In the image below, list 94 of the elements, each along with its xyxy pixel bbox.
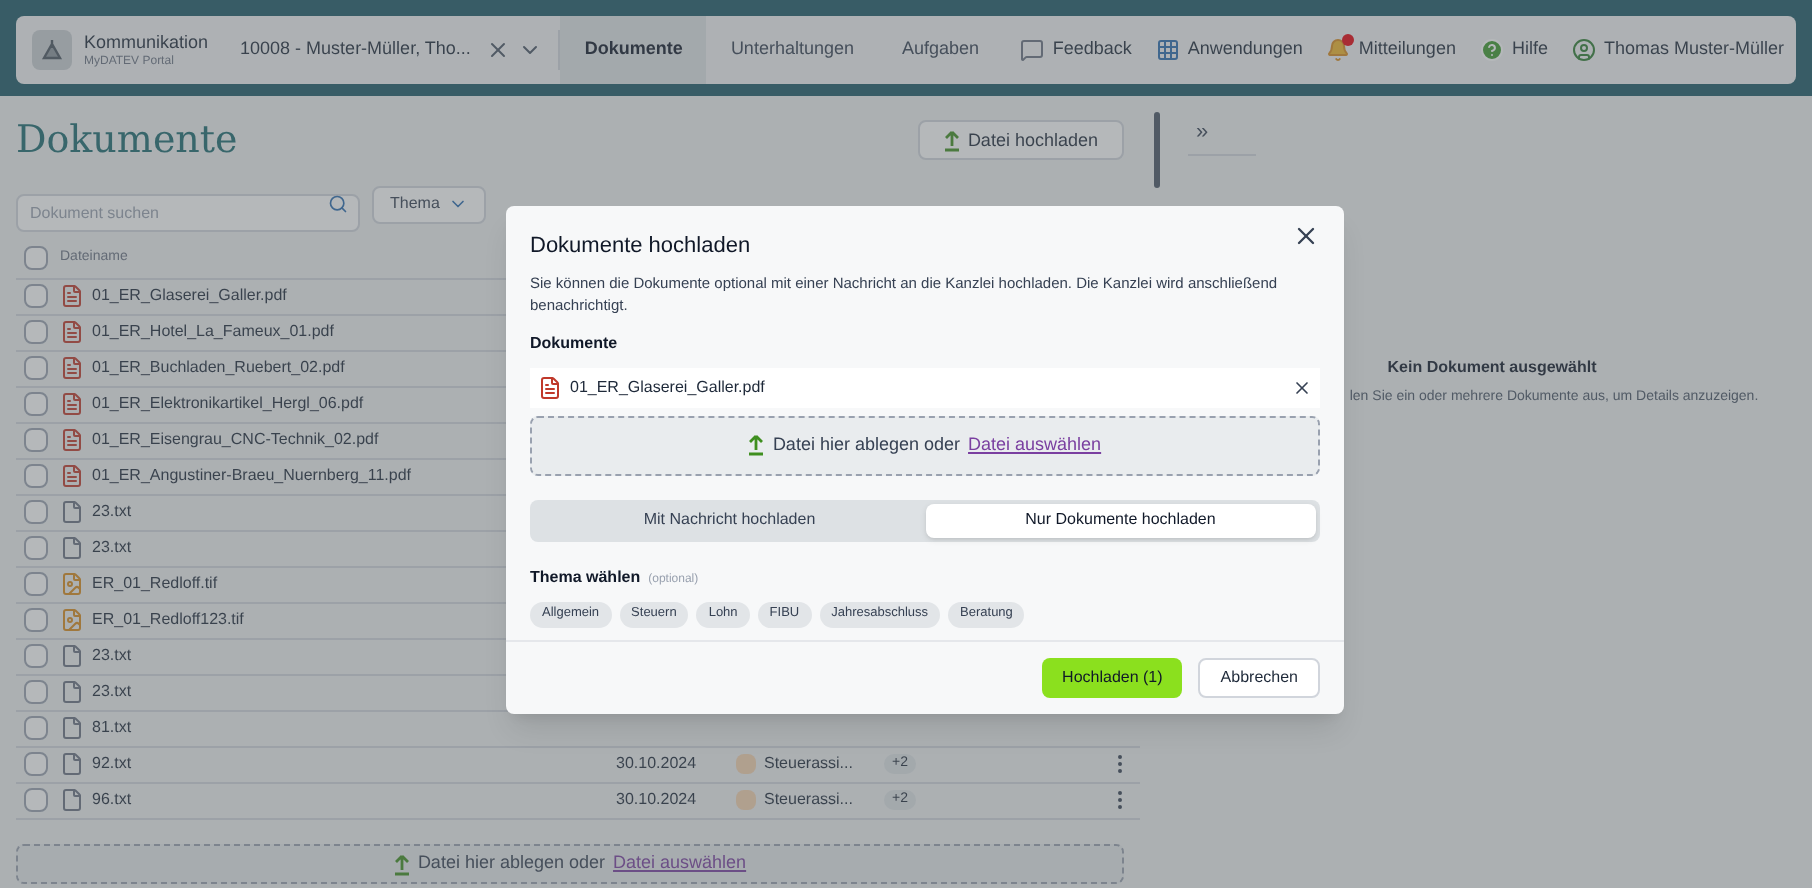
topic-label: Thema wählen [530, 565, 641, 589]
file-icon [60, 788, 84, 812]
page-title: Dokumente [16, 116, 238, 166]
file-icon [60, 500, 84, 524]
file-name: 81.txt [92, 716, 132, 740]
upload-icon [393, 853, 410, 875]
file-icon [60, 644, 84, 668]
file-name: 23.txt [92, 500, 132, 524]
file-name: 23.txt [92, 644, 132, 668]
speech-bubble-icon [1020, 38, 1045, 62]
search-field[interactable]: Dokument suchen [16, 193, 360, 231]
client-name[interactable]: 10008 - Muster-Müller, Tho... [240, 36, 471, 64]
choose-file-link[interactable]: Datei auswählen [968, 431, 1102, 459]
file-name: 23.txt [92, 680, 132, 704]
choose-file-link[interactable]: Datei auswählen [613, 850, 747, 878]
user-icon [1571, 38, 1596, 62]
nav-action-button[interactable]: Mitteilungen [1314, 36, 1468, 64]
search-icon [328, 193, 348, 213]
file-icon [60, 752, 84, 776]
close-icon[interactable] [1292, 222, 1320, 250]
pdf-file-icon [60, 320, 84, 344]
mode-tab[interactable]: Mit Nachricht hochladen [534, 503, 925, 537]
nav-action-button[interactable]: Hilfe [1467, 36, 1560, 64]
section-label: Dokumente [530, 331, 620, 355]
file-name: 23.txt [92, 536, 132, 560]
app-title: Kommunikation [84, 33, 209, 51]
topic-cell: Steuerassi... [764, 788, 853, 812]
file-name: 01_ER_Angustiner-Braeu_Nuernberg_11.pdf [92, 464, 412, 488]
checkbox[interactable] [24, 788, 48, 812]
nav-action-button[interactable]: Anwendungen [1143, 36, 1315, 64]
nav-tab[interactable]: Aufgaben [877, 16, 1004, 84]
checkbox[interactable] [24, 572, 48, 596]
upload-button[interactable]: Hochladen (1) [1042, 657, 1183, 697]
dropzone-text: Datei hier ablegen oder [772, 431, 961, 458]
nav-action-button[interactable]: Feedback [1008, 36, 1144, 64]
checkbox[interactable] [24, 500, 48, 524]
pdf-file-icon [538, 375, 562, 399]
file-name: 01_ER_Elektronikartikel_Hergl_06.pdf [92, 392, 364, 416]
pdf-file-icon [60, 464, 84, 488]
help-icon [1479, 38, 1504, 62]
file-name: 96.txt [92, 788, 132, 812]
checkbox[interactable] [24, 428, 48, 452]
upload-file-button[interactable]: Datei hochladen [917, 120, 1124, 161]
dropzone-text: Datei hier ablegen oder [417, 850, 606, 877]
remove-icon[interactable] [1292, 377, 1312, 397]
pdf-file-icon [60, 284, 84, 308]
cancel-button[interactable]: Abbrechen [1198, 657, 1320, 697]
bell-icon [1326, 38, 1351, 62]
date-cell-text: 30.10.2024 [616, 788, 699, 812]
checkbox[interactable] [24, 644, 48, 668]
pdf-file-icon [60, 356, 84, 380]
pdf-file-icon [60, 428, 84, 452]
file-name: 92.txt [92, 752, 132, 776]
upload-icon [748, 434, 765, 456]
app-logo-icon [32, 30, 72, 70]
checkbox[interactable] [24, 680, 48, 704]
checkbox[interactable] [24, 320, 48, 344]
file-name: ER_01_Redloff123.tif [92, 608, 244, 632]
empty-title: Kein Dokument ausgewählt [1387, 356, 1597, 380]
image-file-icon [60, 608, 84, 632]
checkbox[interactable] [24, 356, 48, 380]
file-icon [60, 536, 84, 560]
image-file-icon [60, 572, 84, 596]
checkbox[interactable] [24, 284, 48, 308]
nav-action-button[interactable]: Thomas Muster-Müller [1559, 36, 1796, 64]
file-name: 01_ER_Buchladen_Ruebert_02.pdf [92, 356, 345, 380]
file-name: 01_ER_Glaserei_Galler.pdf [92, 284, 287, 308]
scrollbar-thumb[interactable] [1153, 112, 1159, 188]
file-icon [60, 716, 84, 740]
checkbox[interactable] [24, 752, 48, 776]
file-dropzone[interactable]: Datei hier ablegen oder Datei auswählen [16, 844, 1124, 884]
file-name: 01_ER_Eisengrau_CNC-Technik_02.pdf [92, 428, 379, 452]
topic-cell: Steuerassi... [764, 752, 853, 776]
checkbox[interactable] [24, 608, 48, 632]
grid-icon [1155, 38, 1180, 62]
file-dropzone[interactable]: Datei hier ablegen oder Datei auswählen [530, 415, 1320, 475]
dialog-title: Dokumente hochladen [530, 232, 751, 262]
nav-tab[interactable]: Unterhaltungen [706, 16, 878, 84]
topic-dropdown[interactable]: Thema [372, 185, 486, 223]
nav-tab[interactable]: Dokumente [560, 16, 707, 84]
collapse-button[interactable]: » [1188, 112, 1256, 156]
mode-tab[interactable]: Nur Dokumente hochladen [925, 503, 1316, 537]
checkbox[interactable] [24, 464, 48, 488]
pdf-file-icon [60, 392, 84, 416]
checkbox[interactable] [24, 392, 48, 416]
checkbox[interactable] [24, 246, 48, 270]
date-cell-text: 30.10.2024 [616, 752, 699, 776]
checkbox[interactable] [24, 716, 48, 740]
file-name: 01_ER_Glaserei_Galler.pdf [570, 375, 767, 399]
file-name: ER_01_Redloff.tif [92, 572, 218, 596]
file-name: 01_ER_Hotel_La_Fameux_01.pdf [92, 320, 334, 344]
checkbox[interactable] [24, 536, 48, 560]
upload-icon [943, 129, 960, 152]
file-icon [60, 680, 84, 704]
